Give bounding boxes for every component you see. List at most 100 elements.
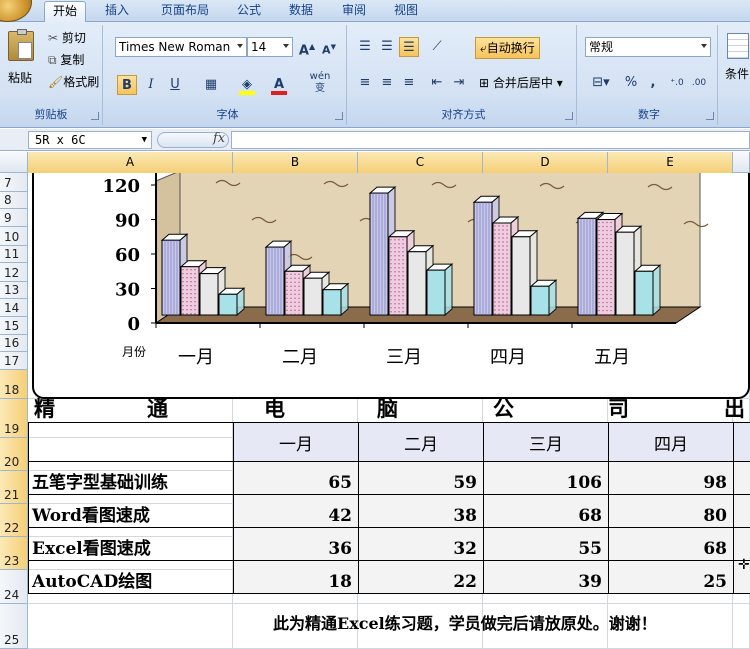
align-right-icon[interactable]: ≡	[399, 73, 419, 93]
merge-center-button[interactable]: ⊞ 合并后居中 ▾	[479, 74, 563, 92]
table-value-cell[interactable]: 55	[483, 527, 609, 561]
column-header-A[interactable]: A	[28, 152, 233, 173]
footer-note[interactable]: 此为精通Excel练习题，学员做完后请放原处。谢谢！	[273, 610, 657, 634]
bar[interactable]	[388, 236, 408, 316]
tab-1[interactable]: 插入	[92, 1, 142, 22]
table-value-cell[interactable]: 59	[358, 461, 484, 495]
title-char[interactable]: 电	[264, 393, 285, 423]
title-char[interactable]: 出	[724, 393, 745, 423]
row-header-20[interactable]: 20	[0, 438, 28, 471]
bar[interactable]	[615, 231, 635, 316]
bar[interactable]	[218, 293, 238, 316]
name-box[interactable]: 5R x 6C ▼	[28, 131, 152, 149]
clipboard-launcher-icon[interactable]	[91, 112, 99, 120]
table-value-cell[interactable]: 25	[608, 560, 734, 594]
italic-button[interactable]: I	[141, 75, 161, 95]
title-char[interactable]: 脑	[377, 393, 398, 423]
number-launcher-icon[interactable]	[706, 112, 714, 120]
table-value-cell[interactable]: 42	[233, 494, 359, 528]
row-header-13[interactable]: 13	[0, 282, 28, 299]
column-header-D[interactable]: D	[483, 152, 608, 173]
table-value-cell[interactable]: 18	[233, 560, 359, 594]
chart-area[interactable]: 0 30 60 90 120 一月 二月 三月 四月 五月 月份	[32, 170, 750, 399]
row-header-19[interactable]: 19	[0, 399, 28, 438]
bar[interactable]	[303, 277, 323, 316]
align-top-icon[interactable]: ☰	[355, 37, 375, 57]
worksheet[interactable]: ABCDE 7 8 9 10 11 12 13 14 15 16 17 18 19 20 21 22 23 24 2…	[0, 152, 750, 649]
percent-button[interactable]: %	[621, 73, 641, 93]
fill-color-icon[interactable]: ◈	[237, 75, 257, 95]
table-header-cell[interactable]: 四月	[608, 422, 734, 462]
conditional-format-button[interactable]: 条件	[725, 65, 749, 83]
copy-button[interactable]: ⧉ 复制	[48, 51, 84, 69]
column-header-E[interactable]: E	[608, 152, 733, 173]
orientation-icon[interactable]: ⟋	[427, 37, 447, 57]
format-painter-button[interactable]: 🖌格式刷	[48, 73, 99, 91]
insert-function-icon[interactable]: fx	[213, 131, 225, 146]
bold-button[interactable]: B	[117, 75, 137, 95]
table-value-cell[interactable]: 80	[608, 494, 734, 528]
row-header-12[interactable]: 12	[0, 263, 28, 282]
row-header-9[interactable]: 9	[0, 209, 28, 227]
align-left-icon[interactable]: ≡	[355, 73, 375, 93]
table-row-label[interactable]: AutoCAD绘图	[28, 560, 234, 594]
bar[interactable]	[199, 273, 219, 316]
shrink-font-icon[interactable]: A▼	[319, 37, 339, 57]
table-header-cell[interactable]	[733, 422, 750, 462]
bar[interactable]	[634, 270, 654, 316]
font-color-icon[interactable]: A	[269, 75, 289, 95]
bar[interactable]	[492, 222, 512, 316]
bar[interactable]	[284, 270, 304, 316]
tab-3[interactable]: 公式	[226, 1, 272, 22]
title-char[interactable]: 公	[493, 393, 514, 423]
cut-button[interactable]: ✂ 剪切	[48, 29, 86, 47]
formula-input[interactable]	[231, 131, 750, 149]
table-row-label[interactable]: Excel看图速成	[28, 527, 234, 561]
row-header-17[interactable]: 17	[0, 352, 28, 370]
tab-2[interactable]: 页面布局	[150, 1, 220, 22]
number-format-box[interactable]: 常规	[585, 37, 711, 57]
table-header-cell[interactable]: 二月	[358, 422, 484, 462]
row-header-18[interactable]: 18	[0, 370, 28, 399]
row-header-7[interactable]: 7	[0, 173, 28, 192]
bar[interactable]	[180, 266, 200, 316]
alignment-launcher-icon[interactable]	[565, 112, 573, 120]
table-value-cell[interactable]: 22	[358, 560, 484, 594]
row-header-22[interactable]: 22	[0, 504, 28, 537]
align-middle-icon[interactable]: ☰	[377, 37, 397, 57]
decrease-indent-icon[interactable]: ⇤	[427, 73, 447, 93]
borders-icon[interactable]: ▦	[201, 75, 221, 95]
table-value-cell[interactable]: 38	[358, 494, 484, 528]
title-char[interactable]: 司	[608, 393, 629, 423]
comma-button[interactable]: ,	[643, 73, 663, 93]
tab-0[interactable]: 开始	[44, 1, 86, 22]
table-value-cell[interactable]: 68	[483, 494, 609, 528]
bar[interactable]	[407, 251, 427, 316]
grid-cell[interactable]	[733, 604, 750, 649]
table-value-cell[interactable]	[733, 494, 750, 528]
bar[interactable]	[596, 219, 616, 316]
title-char[interactable]: 精	[34, 393, 55, 423]
row-header-10[interactable]: 10	[0, 227, 28, 246]
title-char[interactable]: 通	[147, 393, 168, 423]
increase-indent-icon[interactable]: ⇥	[449, 73, 469, 93]
conditional-format-icon[interactable]	[727, 33, 749, 59]
select-all-corner[interactable]	[0, 152, 28, 173]
bar[interactable]	[530, 285, 550, 316]
table-value-cell[interactable]: 36	[233, 527, 359, 561]
row-header-15[interactable]: 15	[0, 317, 28, 335]
table-value-cell[interactable]	[733, 527, 750, 561]
bar[interactable]	[426, 269, 446, 316]
table-value-cell[interactable]	[733, 461, 750, 495]
table-row-label[interactable]: Word看图速成	[28, 494, 234, 528]
wrap-text-button[interactable]: ⤶自动换行	[475, 37, 540, 59]
font-launcher-icon[interactable]	[335, 112, 343, 120]
row-header-21[interactable]: 21	[0, 471, 28, 504]
table-value-cell[interactable]: 39	[483, 560, 609, 594]
align-bottom-icon[interactable]: ☰	[399, 37, 419, 57]
tab-6[interactable]: 视图	[384, 1, 428, 22]
row-header-24[interactable]: 24	[0, 570, 28, 604]
tab-4[interactable]: 数据	[278, 1, 324, 22]
table-value-cell[interactable]: 106	[483, 461, 609, 495]
row-header-11[interactable]: 11	[0, 246, 28, 263]
